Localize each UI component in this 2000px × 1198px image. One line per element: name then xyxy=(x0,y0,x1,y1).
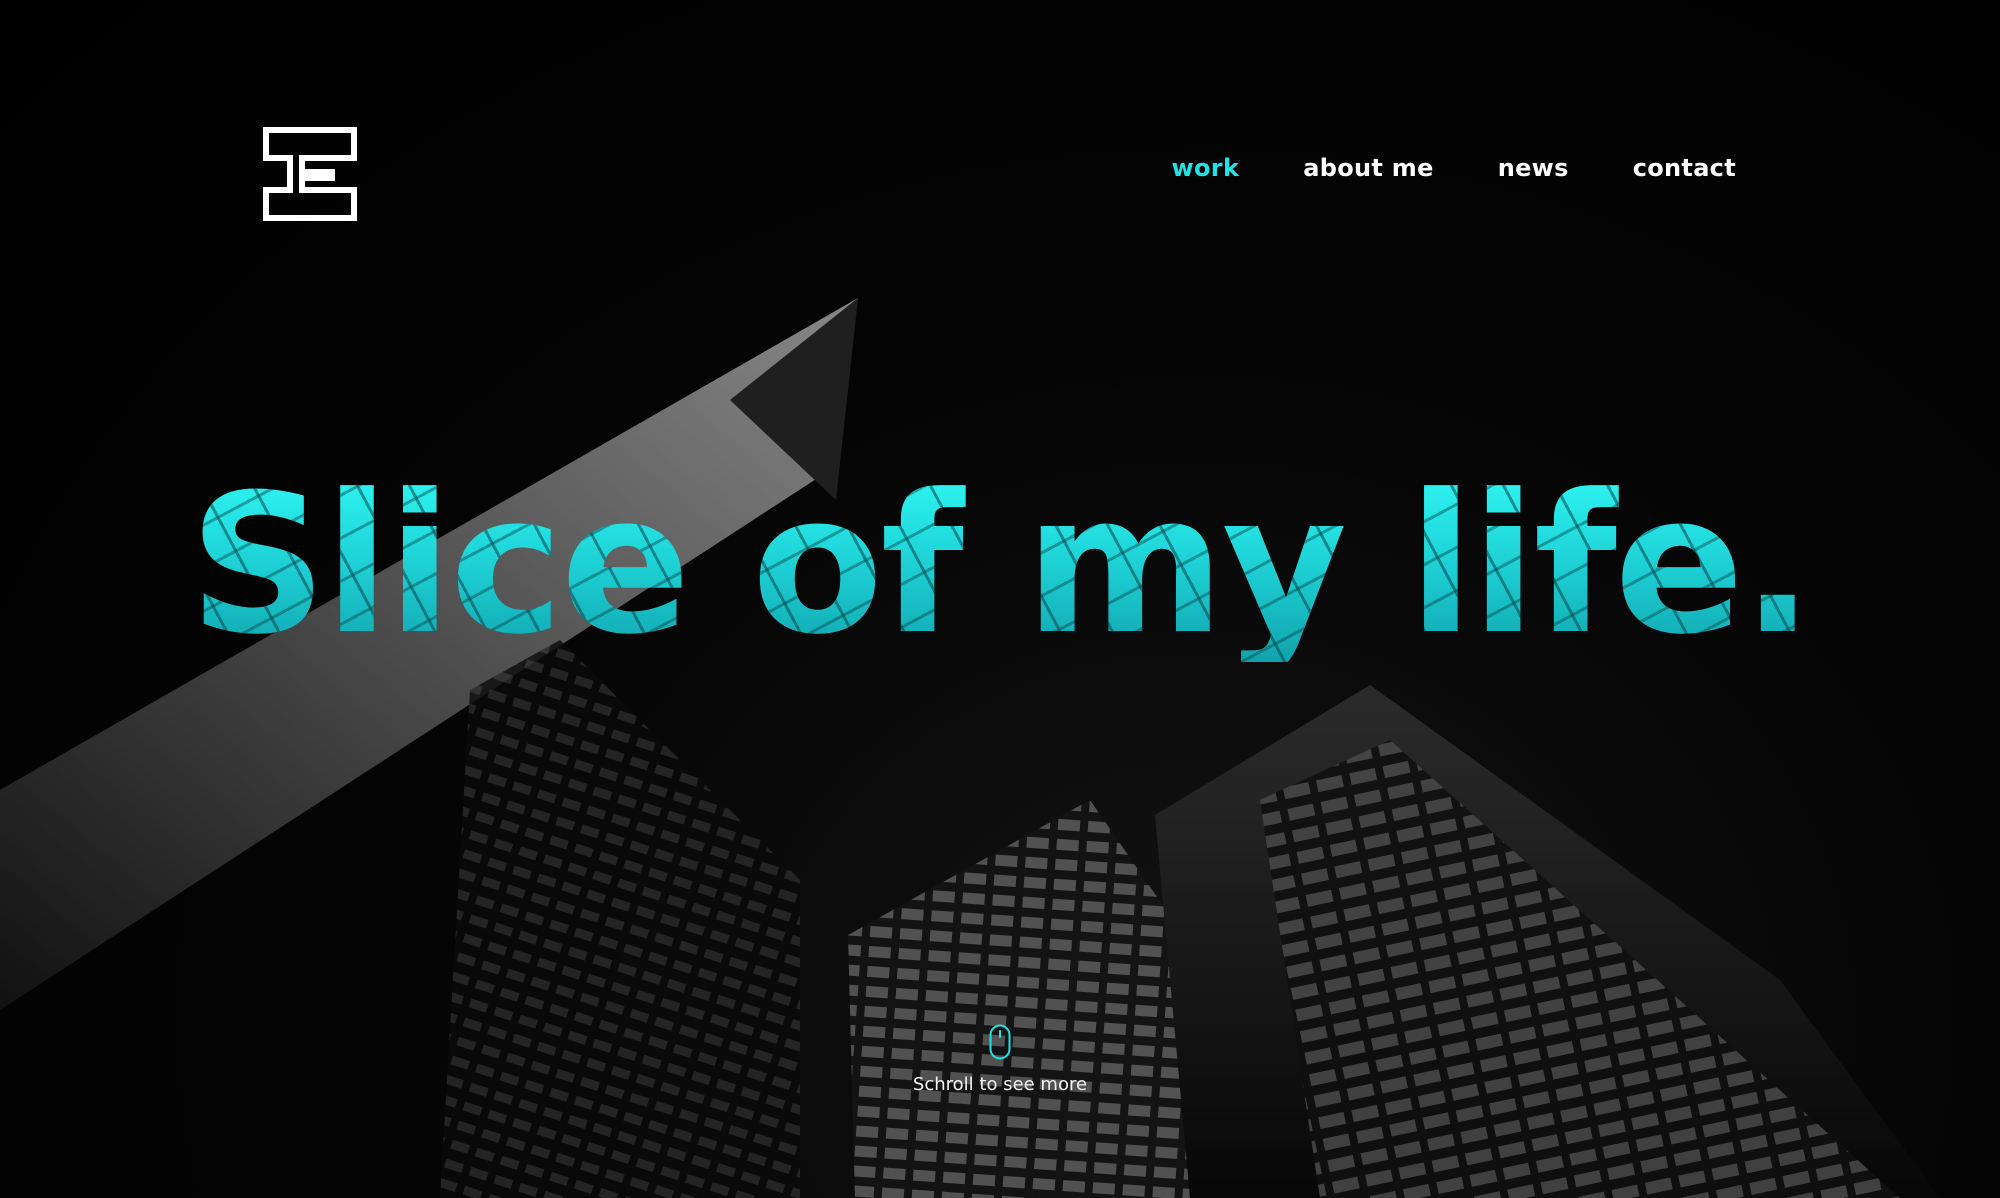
nav-link-contact[interactable]: contact xyxy=(1633,154,1736,182)
main-navigation: work about me news contact xyxy=(1172,154,1736,182)
hero-section: Slice of my life. xyxy=(0,470,2000,662)
hero-title: Slice of my life. xyxy=(188,454,1812,677)
scroll-hint-label[interactable]: Schroll to see more xyxy=(913,1074,1087,1095)
nav-link-news[interactable]: news xyxy=(1498,154,1569,182)
scroll-hint[interactable]: Schroll to see more xyxy=(0,1024,2000,1095)
nav-link-work[interactable]: work xyxy=(1172,154,1240,182)
nav-link-about-me[interactable]: about me xyxy=(1303,154,1433,182)
landing-page: work about me news contact Slice of my l… xyxy=(0,0,2000,1198)
mouse-icon xyxy=(989,1024,1011,1060)
e-monogram-logo[interactable] xyxy=(262,126,358,222)
